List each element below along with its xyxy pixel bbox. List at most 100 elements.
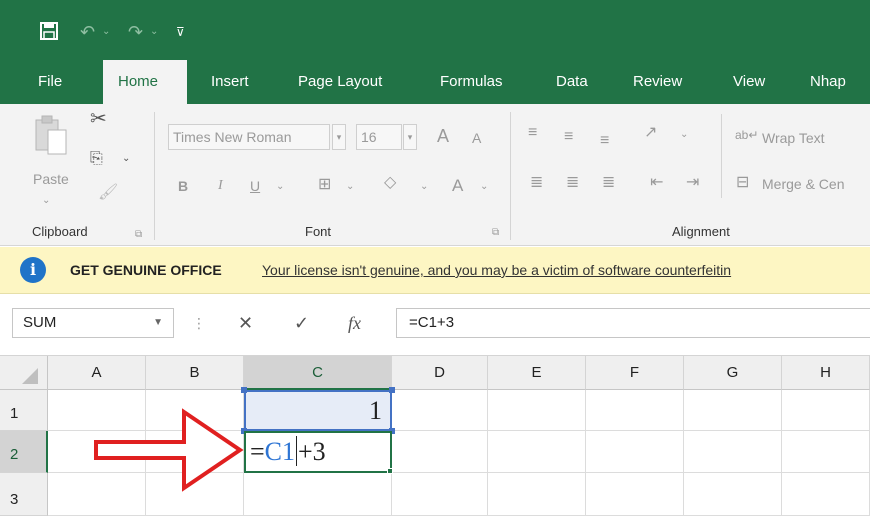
font-color-dropdown-icon[interactable]: ⌄ [480, 178, 488, 196]
save-icon[interactable] [40, 22, 58, 44]
select-all-corner[interactable] [0, 356, 48, 390]
tab-view[interactable]: View [733, 73, 765, 91]
align-left-icon[interactable]: ≣ [530, 174, 543, 192]
cell-c2-editing[interactable]: =C1 +3 [244, 431, 392, 473]
tab-home[interactable]: Home [103, 60, 187, 104]
borders-dropdown-icon[interactable]: ⌄ [346, 178, 354, 196]
font-size-dropdown-icon[interactable]: ▾ [403, 124, 417, 150]
cell-d2[interactable] [392, 431, 488, 473]
font-name-dropdown-icon[interactable]: ▾ [332, 124, 346, 150]
cell-f3[interactable] [586, 473, 684, 516]
underline-dropdown-icon[interactable]: ⌄ [276, 178, 284, 196]
row-header-3[interactable]: 3 [0, 473, 48, 516]
inner-divider [721, 114, 722, 198]
redo-icon[interactable]: ↷ [128, 22, 143, 42]
row-header-1[interactable]: 1 [0, 390, 48, 431]
bold-icon[interactable]: B [178, 178, 188, 194]
copy-dropdown-icon[interactable]: ⌄ [122, 150, 130, 168]
orientation-dropdown-icon[interactable]: ⌄ [680, 126, 688, 144]
font-color-icon[interactable]: A [452, 176, 463, 196]
cell-d3[interactable] [392, 473, 488, 516]
formula-input[interactable]: =C1+3 [396, 308, 870, 338]
merge-center-label[interactable]: Merge & Cen [762, 176, 844, 192]
increase-indent-icon[interactable]: ⇥ [686, 174, 699, 192]
tab-page-layout[interactable]: Page Layout [298, 73, 382, 91]
column-header-h[interactable]: H [782, 356, 870, 390]
redo-dropdown-icon[interactable]: ⌄ [150, 22, 158, 42]
column-header-d[interactable]: D [392, 356, 488, 390]
underline-icon[interactable]: U [250, 178, 260, 194]
column-header-a[interactable]: A [48, 356, 146, 390]
name-box[interactable]: SUM ▼ [12, 308, 174, 338]
tab-data[interactable]: Data [556, 73, 588, 91]
cell-e3[interactable] [488, 473, 586, 516]
column-header-c[interactable]: C [244, 356, 392, 390]
cell-h1[interactable] [782, 390, 870, 431]
customize-qat-icon[interactable]: ⊽ [176, 22, 185, 42]
align-right-icon[interactable]: ≣ [602, 174, 615, 192]
decrease-indent-icon[interactable]: ⇤ [650, 174, 663, 192]
clipboard-launcher-icon[interactable]: ⧉ [135, 226, 142, 244]
column-header-b[interactable]: B [146, 356, 244, 390]
column-header-g[interactable]: G [684, 356, 782, 390]
cell-f1[interactable] [586, 390, 684, 431]
font-launcher-icon[interactable]: ⧉ [492, 224, 499, 242]
reference-handle-icon[interactable] [241, 387, 247, 393]
decrease-font-icon[interactable]: A [472, 130, 481, 146]
paste-icon[interactable] [34, 114, 68, 163]
cell-d1[interactable] [392, 390, 488, 431]
cell-g2[interactable] [684, 431, 782, 473]
tab-review[interactable]: Review [633, 73, 682, 91]
cell-e1[interactable] [488, 390, 586, 431]
undo-dropdown-icon[interactable]: ⌄ [102, 22, 110, 42]
copy-icon[interactable]: ⎘ [90, 150, 103, 168]
align-center-icon[interactable]: ≣ [566, 174, 579, 192]
alignment-group-label: Alignment [672, 224, 730, 239]
increase-font-icon[interactable]: A [437, 126, 449, 147]
cell-e2[interactable] [488, 431, 586, 473]
cell-g1[interactable] [684, 390, 782, 431]
cell-f2[interactable] [586, 431, 684, 473]
reference-handle-icon[interactable] [389, 387, 395, 393]
middle-align-icon[interactable]: ≡ [564, 128, 573, 146]
paste-label[interactable]: Paste [33, 171, 69, 187]
cell-g3[interactable] [684, 473, 782, 516]
ribbon-tabs: File Home Insert Page Layout Formulas Da… [0, 60, 870, 104]
font-name-box[interactable]: Times New Roman [168, 124, 330, 150]
formula-bar-grip-icon[interactable]: ⋮ [192, 313, 206, 333]
font-size-box[interactable]: 16 [356, 124, 402, 150]
borders-icon[interactable]: ⊞ [318, 176, 331, 194]
tab-formulas[interactable]: Formulas [440, 73, 503, 91]
wrap-text-label[interactable]: Wrap Text [762, 130, 825, 146]
merge-center-icon[interactable]: ⊟ [736, 174, 749, 192]
paste-dropdown-icon[interactable]: ⌄ [42, 192, 50, 210]
italic-icon[interactable]: I [218, 178, 223, 194]
fill-color-dropdown-icon[interactable]: ⌄ [420, 178, 428, 196]
tab-file[interactable]: File [38, 73, 62, 91]
tab-nhap[interactable]: Nhap [810, 73, 846, 91]
top-align-icon[interactable]: ≡ [528, 124, 537, 142]
bottom-align-icon[interactable]: ≡ [600, 132, 609, 150]
cell-h2[interactable] [782, 431, 870, 473]
fill-color-icon[interactable]: ◇ [384, 174, 396, 192]
cut-icon[interactable]: ✂ [90, 109, 107, 129]
cell-c1[interactable]: 1 [244, 390, 392, 431]
message-link[interactable]: Your license isn't genuine, and you may … [262, 262, 731, 278]
fill-handle-icon[interactable] [387, 468, 393, 474]
orientation-icon[interactable]: ↗ [644, 124, 657, 142]
enter-icon[interactable]: ✓ [294, 313, 309, 333]
message-title: GET GENUINE OFFICE [70, 262, 222, 278]
cell-c3[interactable] [244, 473, 392, 516]
cell-h3[interactable] [782, 473, 870, 516]
name-box-dropdown-icon[interactable]: ▼ [153, 309, 163, 337]
cancel-icon[interactable]: ✕ [238, 313, 253, 333]
wrap-text-icon[interactable]: ab↵ [735, 126, 758, 144]
column-header-e[interactable]: E [488, 356, 586, 390]
row-header-2[interactable]: 2 [0, 431, 48, 473]
insert-function-icon[interactable]: fx [348, 313, 361, 333]
text-cursor [296, 436, 298, 466]
column-header-f[interactable]: F [586, 356, 684, 390]
format-painter-icon[interactable]: 🖌 [98, 184, 118, 202]
tab-insert[interactable]: Insert [211, 73, 249, 91]
undo-icon[interactable]: ↶ [80, 22, 95, 42]
